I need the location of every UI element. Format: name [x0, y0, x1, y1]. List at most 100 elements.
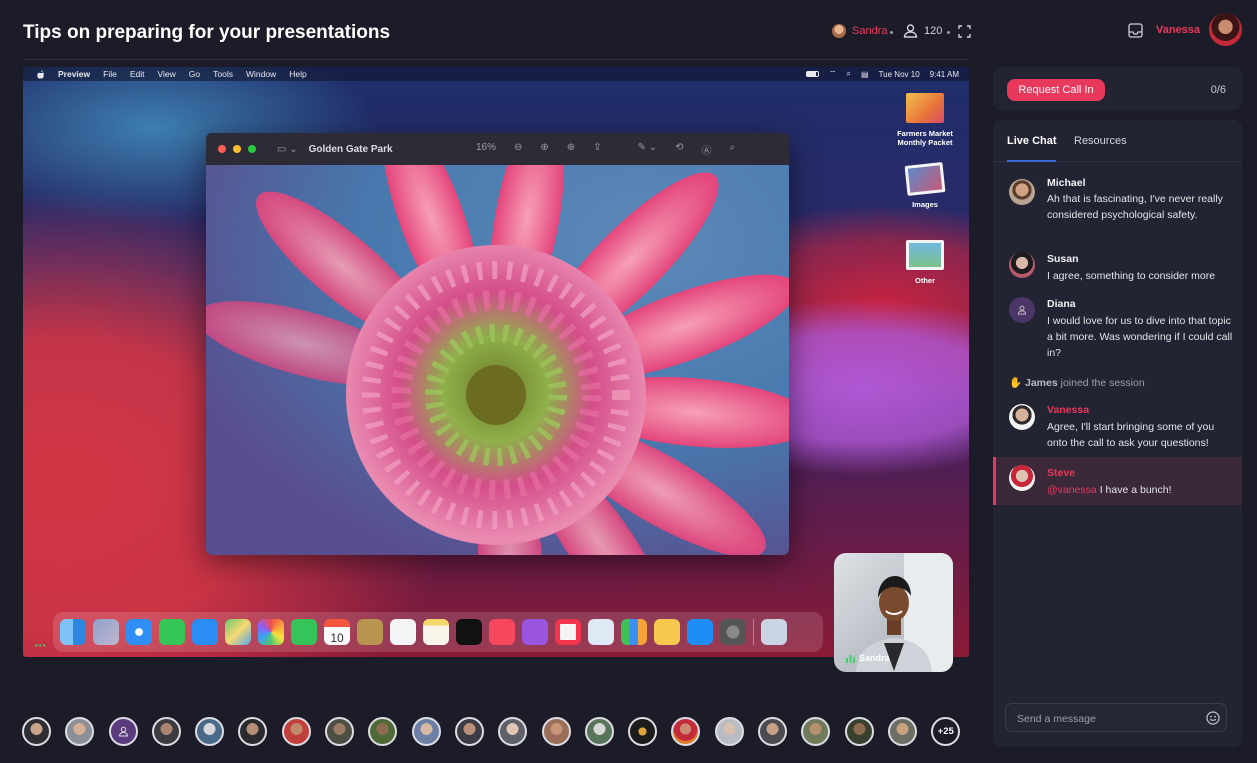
- participant-avatar[interactable]: [22, 717, 51, 746]
- finder-icon: [60, 619, 86, 645]
- separator-dot: [947, 31, 950, 34]
- participant-avatar[interactable]: [411, 717, 441, 746]
- message-text: @vanessa I have a bunch!: [1047, 482, 1233, 498]
- menubar-time: 9:41 AM: [929, 69, 959, 79]
- viewer-count: 120: [924, 25, 943, 37]
- join-notice-text: joined the session: [1060, 377, 1145, 389]
- preview-window: ▭ ⌄ Golden Gate Park 16% ⊖ ⊕ ⊕ ⇪ ✎ ⌄ ⟲ Ⓐ…: [206, 133, 789, 555]
- separator-dot: [890, 31, 893, 34]
- user-name[interactable]: Vanessa: [1156, 24, 1200, 36]
- more-participants-button[interactable]: +25: [931, 717, 961, 746]
- message-author: Steve: [1047, 467, 1076, 479]
- participant-avatar[interactable]: [454, 717, 484, 746]
- music-icon: [489, 619, 515, 645]
- viewer-count-group: 120: [903, 24, 942, 38]
- annotate-icon: Ⓐ: [701, 146, 712, 157]
- window-title: Golden Gate Park: [308, 143, 393, 155]
- participant-avatar[interactable]: [844, 717, 874, 746]
- maximize-window-icon: [248, 145, 256, 153]
- header-divider: [23, 59, 969, 60]
- pages-icon: [654, 619, 680, 645]
- participant-avatar[interactable]: [325, 717, 355, 746]
- participant-avatar[interactable]: [541, 717, 571, 746]
- tab-resources[interactable]: Resources: [1074, 135, 1127, 147]
- menubar-item: Window: [245, 69, 277, 79]
- apple-logo-icon: [37, 69, 45, 79]
- participant-avatar[interactable]: [714, 717, 744, 746]
- sidebar-toggle-icon: ▭ ⌄: [277, 143, 298, 155]
- message-author: Michael: [1047, 177, 1086, 189]
- keynote-icon: [588, 619, 614, 645]
- safari-icon: [126, 619, 152, 645]
- calendar-day: 10: [330, 631, 344, 645]
- participant-avatar[interactable]: [368, 717, 398, 746]
- battery-icon: [806, 71, 819, 77]
- emoji-icon[interactable]: [1206, 711, 1220, 725]
- participant-avatar[interactable]: [758, 717, 788, 746]
- downloads-icon: [761, 619, 787, 645]
- join-notice-name: James: [1025, 377, 1058, 389]
- video-tile-name: Sandra: [859, 653, 890, 663]
- message-avatar: [1009, 465, 1035, 491]
- shared-screen: Preview File Edit View Go Tools Window H…: [23, 67, 969, 657]
- join-notice: ✋ James joined the session: [1009, 376, 1145, 389]
- rotate-icon: ⟲: [675, 142, 684, 153]
- participant-avatar[interactable]: [238, 717, 268, 746]
- presenter-video-tile[interactable]: Sandra: [834, 553, 953, 672]
- fullscreen-icon[interactable]: [958, 25, 971, 38]
- maps-icon: [225, 619, 251, 645]
- desktop-icon-label: Farmers Market Monthly Packet: [897, 129, 953, 147]
- presenter-name: Sandra: [852, 25, 888, 37]
- flower-photo: [206, 165, 789, 555]
- flower-image: [206, 165, 789, 555]
- zoom-fit-icon: ⊕: [566, 142, 576, 153]
- chat-input[interactable]: Send a message: [1005, 703, 1227, 732]
- message-author: Diana: [1047, 298, 1076, 310]
- participant-avatar[interactable]: [195, 717, 225, 746]
- menubar-item: Go: [188, 69, 201, 79]
- mac-menubar: Preview File Edit View Go Tools Window H…: [23, 67, 969, 81]
- participant-avatar[interactable]: [498, 717, 528, 746]
- participant-avatar[interactable]: [801, 717, 831, 746]
- participant-avatar[interactable]: [887, 717, 917, 746]
- message-author: Vanessa: [1047, 404, 1090, 416]
- message-avatar: [1009, 252, 1035, 278]
- desktop-icon-label: Other: [914, 276, 935, 285]
- mac-dock: 10: [53, 612, 823, 652]
- person-icon: [903, 24, 918, 38]
- mail-icon: [192, 619, 218, 645]
- photo-icon: [906, 240, 944, 270]
- system-preferences-icon: [720, 619, 746, 645]
- activity-indicator: •••: [35, 641, 47, 650]
- tab-live-chat[interactable]: Live Chat: [1007, 135, 1057, 147]
- participant-avatar[interactable]: [151, 717, 181, 746]
- message-avatar: [1009, 179, 1035, 205]
- document-stack-icon: [906, 93, 944, 123]
- participant-avatar[interactable]: [281, 717, 311, 746]
- contacts-icon: [357, 619, 383, 645]
- message-avatar: [1009, 404, 1035, 430]
- desktop-icon-other: Other: [890, 240, 960, 285]
- reminders-icon: [390, 619, 416, 645]
- inbox-icon[interactable]: [1128, 23, 1143, 38]
- participant-avatar[interactable]: [628, 717, 658, 746]
- message-mention[interactable]: @vanessa: [1047, 484, 1097, 496]
- zoom-out-icon: ⊖: [514, 142, 523, 153]
- markup-icon: ✎ ⌄: [637, 142, 658, 153]
- desktop-icon-images: Images: [890, 162, 960, 209]
- tv-icon: [456, 619, 482, 645]
- spotlight-icon: ⌕: [846, 69, 852, 78]
- participant-avatar[interactable]: [65, 717, 95, 746]
- user-avatar[interactable]: [1209, 13, 1242, 46]
- message-body: I have a bunch!: [1099, 484, 1172, 496]
- numbers-icon: [621, 619, 647, 645]
- news-icon: [555, 619, 581, 645]
- participant-avatar[interactable]: [584, 717, 614, 746]
- menubar-item: Help: [289, 69, 307, 79]
- active-tab-indicator: [1007, 160, 1056, 162]
- participant-avatar-placeholder[interactable]: [108, 717, 138, 746]
- request-call-in-button[interactable]: Request Call In: [1007, 79, 1105, 101]
- menubar-item: Tools: [213, 69, 233, 79]
- chat-panel: Live Chat Resources Michael Ah that is f…: [993, 120, 1242, 747]
- participant-avatar[interactable]: [671, 717, 701, 746]
